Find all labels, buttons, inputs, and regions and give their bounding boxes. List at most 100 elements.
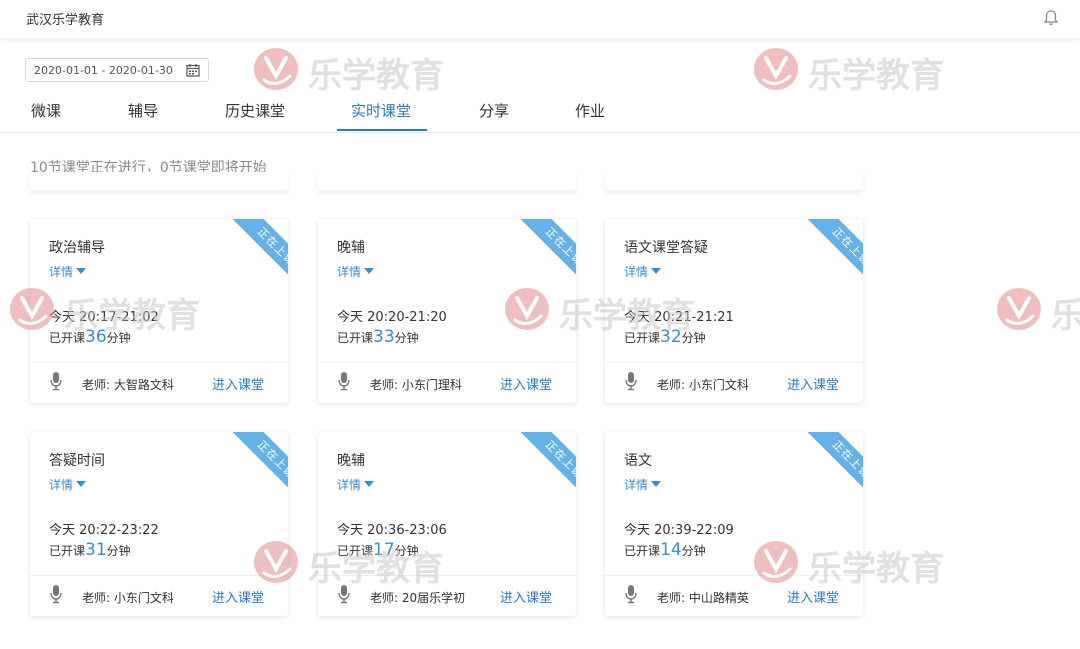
lexue-logo-icon <box>997 288 1041 330</box>
active-tab-indicator <box>337 129 427 131</box>
live-class-card[interactable]: 正在上课 语文 详情 今天 20:39-22:09 已开课14分钟 老师: 中山… <box>605 432 863 616</box>
elapsed-time: 已开课17分钟 <box>337 540 419 560</box>
details-toggle[interactable]: 详情 <box>624 476 662 493</box>
in-class-badge: 正在上课 <box>520 219 576 291</box>
scrolled-card-edge <box>318 172 576 190</box>
live-class-card[interactable]: 正在上课 晚辅 详情 今天 20:36-23:06 已开课17分钟 老师: 20… <box>318 432 576 616</box>
elapsed-minutes: 14 <box>660 540 682 560</box>
enter-class-button[interactable]: 进入课堂 <box>212 587 264 606</box>
details-toggle[interactable]: 详情 <box>337 263 375 280</box>
lexue-logo-icon <box>254 48 298 90</box>
class-title: 语文 <box>624 453 652 469</box>
class-time: 今天 20:39-22:09 <box>624 523 734 538</box>
class-title: 晚辅 <box>337 453 365 469</box>
elapsed-time: 已开课32分钟 <box>624 327 706 347</box>
details-label: 详情 <box>337 265 362 279</box>
app-title: 武汉乐学教育 <box>26 13 105 28</box>
details-label: 详情 <box>49 265 74 279</box>
live-class-card[interactable]: 正在上课 语文课堂答疑 详情 今天 20:21-21:21 已开课32分钟 老师… <box>605 219 863 403</box>
class-title: 答疑时间 <box>49 453 105 469</box>
caret-down-icon <box>76 481 87 487</box>
card-divider <box>605 575 863 576</box>
tab-live-class[interactable]: 实时课堂 <box>351 100 411 121</box>
live-class-card[interactable]: 正在上课 晚辅 详情 今天 20:20-21:20 已开课33分钟 老师: 小东… <box>318 219 576 403</box>
class-time: 今天 20:20-21:20 <box>337 310 447 325</box>
watermark-text: 乐学教育 <box>1051 296 1080 336</box>
elapsed-suffix: 分钟 <box>681 544 706 558</box>
card-divider <box>318 362 576 363</box>
caret-down-icon <box>364 268 375 274</box>
microphone-icon <box>338 372 350 391</box>
class-time: 今天 20:36-23:06 <box>337 523 447 538</box>
elapsed-suffix: 分钟 <box>394 544 419 558</box>
elapsed-time: 已开课31分钟 <box>49 540 131 560</box>
teacher-name: 老师: 小东门文科 <box>82 591 174 605</box>
microphone-icon <box>338 585 350 604</box>
enter-class-button[interactable]: 进入课堂 <box>500 587 552 606</box>
elapsed-suffix: 分钟 <box>681 331 706 345</box>
in-class-badge: 正在上课 <box>807 219 863 291</box>
elapsed-time: 已开课36分钟 <box>49 327 131 347</box>
microphone-icon <box>625 585 637 604</box>
card-divider <box>30 362 288 363</box>
date-range-value: 2020-01-01 - 2020-01-30 <box>34 64 173 77</box>
tab-history-class[interactable]: 历史课堂 <box>225 100 285 121</box>
elapsed-prefix: 已开课 <box>337 544 374 558</box>
details-label: 详情 <box>337 478 362 492</box>
details-toggle[interactable]: 详情 <box>49 476 87 493</box>
elapsed-minutes: 36 <box>85 327 107 347</box>
tab-tutoring[interactable]: 辅导 <box>128 100 158 121</box>
lexue-logo-icon <box>754 48 798 90</box>
caret-down-icon <box>76 268 87 274</box>
enter-class-button[interactable]: 进入课堂 <box>500 374 552 393</box>
teacher-name: 老师: 大智路文科 <box>82 378 174 392</box>
class-title: 晚辅 <box>337 240 365 256</box>
elapsed-prefix: 已开课 <box>624 331 661 345</box>
live-class-card[interactable]: 正在上课 答疑时间 详情 今天 20:22-23:22 已开课31分钟 老师: … <box>30 432 288 616</box>
elapsed-prefix: 已开课 <box>624 544 661 558</box>
teacher-name: 老师: 20届乐学初 <box>370 591 466 605</box>
details-toggle[interactable]: 详情 <box>337 476 375 493</box>
caret-down-icon <box>651 268 662 274</box>
elapsed-prefix: 已开课 <box>49 544 86 558</box>
microphone-icon <box>625 372 637 391</box>
date-range-picker[interactable]: 2020-01-01 - 2020-01-30 <box>25 58 209 82</box>
calendar-icon <box>186 64 200 77</box>
scrolled-card-edge <box>605 172 863 190</box>
teacher-name: 老师: 小东门理科 <box>370 378 462 392</box>
elapsed-minutes: 32 <box>660 327 682 347</box>
scrolled-card-edge <box>30 172 288 190</box>
in-class-badge: 正在上课 <box>807 432 863 504</box>
in-class-badge: 正在上课 <box>520 432 576 504</box>
tab-homework[interactable]: 作业 <box>575 100 605 121</box>
class-time: 今天 20:17-21:02 <box>49 310 159 325</box>
caret-down-icon <box>364 481 375 487</box>
card-divider <box>30 575 288 576</box>
elapsed-time: 已开课33分钟 <box>337 327 419 347</box>
card-divider <box>318 575 576 576</box>
details-label: 详情 <box>624 478 649 492</box>
details-toggle[interactable]: 详情 <box>624 263 662 280</box>
in-class-badge: 正在上课 <box>232 432 288 504</box>
elapsed-minutes: 17 <box>373 540 395 560</box>
in-class-badge: 正在上课 <box>232 219 288 291</box>
bell-icon[interactable] <box>1042 9 1060 27</box>
elapsed-time: 已开课14分钟 <box>624 540 706 560</box>
tab-bar: 微课 辅导 历史课堂 实时课堂 分享 作业 <box>0 90 1080 133</box>
elapsed-suffix: 分钟 <box>106 331 131 345</box>
details-toggle[interactable]: 详情 <box>49 263 87 280</box>
elapsed-minutes: 33 <box>373 327 395 347</box>
enter-class-button[interactable]: 进入课堂 <box>787 374 839 393</box>
tab-micro-course[interactable]: 微课 <box>31 100 61 121</box>
microphone-icon <box>50 372 62 391</box>
caret-down-icon <box>651 481 662 487</box>
elapsed-prefix: 已开课 <box>49 331 86 345</box>
class-time: 今天 20:22-23:22 <box>49 523 159 538</box>
tab-share[interactable]: 分享 <box>479 100 509 121</box>
live-class-card[interactable]: 正在上课 政治辅导 详情 今天 20:17-21:02 已开课36分钟 老师: … <box>30 219 288 403</box>
enter-class-button[interactable]: 进入课堂 <box>212 374 264 393</box>
enter-class-button[interactable]: 进入课堂 <box>787 587 839 606</box>
class-title: 政治辅导 <box>49 240 105 256</box>
details-label: 详情 <box>49 478 74 492</box>
details-label: 详情 <box>624 265 649 279</box>
